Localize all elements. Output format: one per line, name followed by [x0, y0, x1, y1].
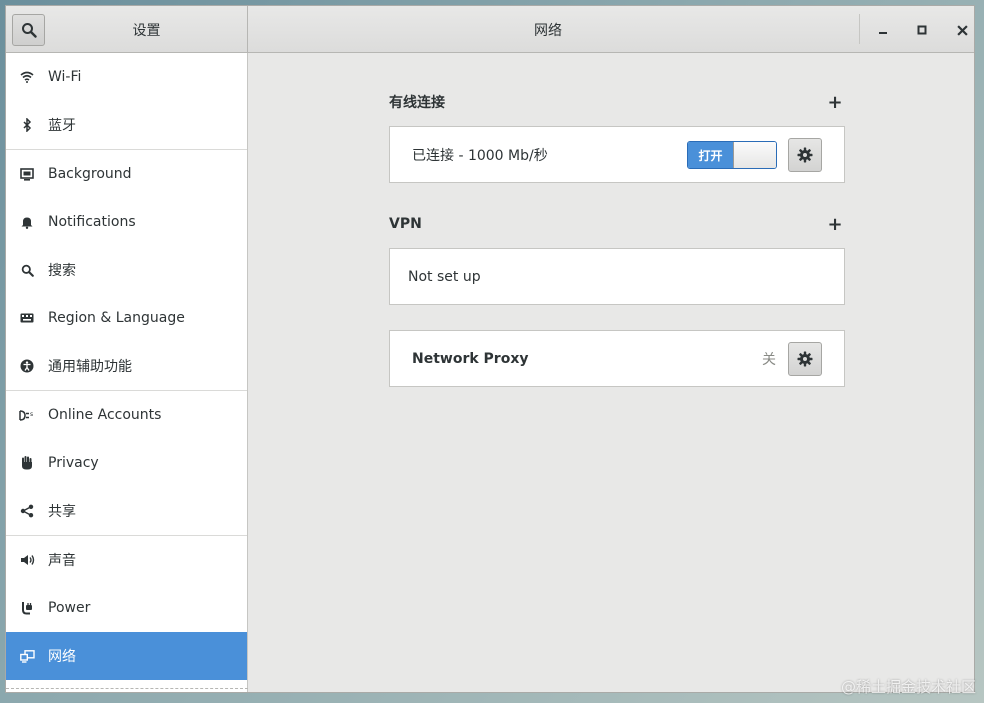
sidebar-item-region-language[interactable]: Region & Language: [6, 294, 247, 342]
vpn-status: Not set up: [408, 268, 481, 285]
gear-icon: [797, 351, 813, 367]
network-icon: [19, 648, 35, 664]
wired-section-header: 有线连接 +: [389, 90, 845, 114]
wired-connection-row: 已连接 - 1000 Mb/秒 打开: [389, 126, 845, 183]
sidebar-item-label: 声音: [48, 553, 76, 569]
wired-settings-button[interactable]: [788, 138, 822, 172]
sidebar-item-label: Notifications: [48, 214, 136, 230]
sidebar-item-label: 共享: [48, 504, 76, 520]
settings-window: 设置 网络 Wi-Fi 蓝牙 Background Notifications …: [5, 5, 975, 693]
sidebar-item-notifications[interactable]: Notifications: [6, 198, 247, 246]
keyboard-icon: [19, 310, 35, 326]
wifi-icon: [19, 69, 35, 85]
sidebar-item-label: 搜索: [48, 263, 76, 279]
power-icon: [19, 600, 35, 616]
sidebar-item-bluetooth[interactable]: 蓝牙: [6, 101, 247, 149]
switch-knob[interactable]: [733, 142, 776, 168]
wired-heading: 有线连接: [389, 95, 445, 111]
gear-icon: [797, 147, 813, 163]
sidebar-item-online-accounts[interactable]: s Online Accounts: [6, 391, 247, 439]
search-button[interactable]: [12, 14, 45, 46]
sidebar-item-sharing[interactable]: 共享: [6, 487, 247, 535]
background-icon: [19, 166, 35, 182]
wired-toggle-switch[interactable]: 打开: [687, 141, 777, 169]
close-button[interactable]: [949, 17, 974, 43]
accessibility-icon: [19, 358, 35, 374]
sidebar-item-privacy[interactable]: Privacy: [6, 439, 247, 487]
sidebar-item-background[interactable]: Background: [6, 150, 247, 198]
wired-status: 已连接 - 1000 Mb/秒: [412, 147, 548, 164]
speaker-icon: [19, 552, 35, 568]
close-icon: [956, 24, 968, 36]
sidebar-item-label: Region & Language: [48, 310, 185, 326]
sidebar-item-label: 网络: [48, 649, 76, 665]
sidebar-item-label: 通用辅助功能: [48, 359, 132, 375]
sidebar: Wi-Fi 蓝牙 Background Notifications 搜索 Reg…: [6, 53, 248, 692]
sidebar-item-label: Power: [48, 600, 91, 616]
sidebar-item-label: Background: [48, 166, 132, 182]
hand-icon: [19, 455, 35, 471]
proxy-state: 关: [762, 351, 776, 368]
add-vpn-button[interactable]: +: [825, 214, 845, 235]
bluetooth-icon: [19, 117, 35, 133]
proxy-settings-button[interactable]: [788, 342, 822, 376]
add-wired-button[interactable]: +: [825, 92, 845, 113]
network-proxy-row[interactable]: Network Proxy 关: [389, 330, 845, 387]
sidebar-item-label: 蓝牙: [48, 118, 76, 134]
watermark: @稀土掘金技术社区: [840, 678, 976, 696]
maximize-button[interactable]: [909, 17, 935, 43]
vpn-row: Not set up: [389, 248, 845, 305]
vpn-section-header: VPN +: [389, 212, 845, 236]
share-icon: [19, 503, 35, 519]
search-icon: [19, 262, 35, 278]
svg-text:s: s: [30, 411, 33, 418]
sidebar-item-accessibility[interactable]: 通用辅助功能: [6, 342, 247, 390]
sidebar-item-power[interactable]: Power: [6, 584, 247, 632]
sidebar-item-sound[interactable]: 声音: [6, 536, 247, 584]
switch-on-label: 打开: [688, 142, 733, 168]
header-separator: [859, 14, 860, 44]
online-accounts-icon: s: [19, 407, 35, 423]
sidebar-item-wifi[interactable]: Wi-Fi: [6, 53, 247, 101]
sidebar-item-label: Privacy: [48, 455, 99, 471]
proxy-label: Network Proxy: [412, 350, 529, 367]
sidebar-title: 设置: [132, 22, 161, 39]
network-panel: 有线连接 + 已连接 - 1000 Mb/秒 打开 VPN + Not set …: [249, 53, 974, 692]
sidebar-item-search[interactable]: 搜索: [6, 246, 247, 294]
sidebar-item-label: Wi-Fi: [48, 69, 82, 85]
header-bar: 设置 网络: [6, 6, 974, 53]
minimize-icon: [879, 32, 887, 34]
sidebar-item-network[interactable]: 网络: [6, 632, 247, 680]
bell-icon: [19, 214, 35, 230]
minimize-button[interactable]: [870, 17, 896, 43]
vpn-heading: VPN: [389, 216, 422, 232]
page-title: 网络: [534, 22, 562, 39]
sidebar-item-label: Online Accounts: [48, 407, 162, 423]
sidebar-bottom-edge: [6, 688, 248, 692]
maximize-icon: [917, 25, 927, 35]
search-icon: [21, 23, 37, 38]
sidebar-header: 设置: [6, 6, 248, 53]
